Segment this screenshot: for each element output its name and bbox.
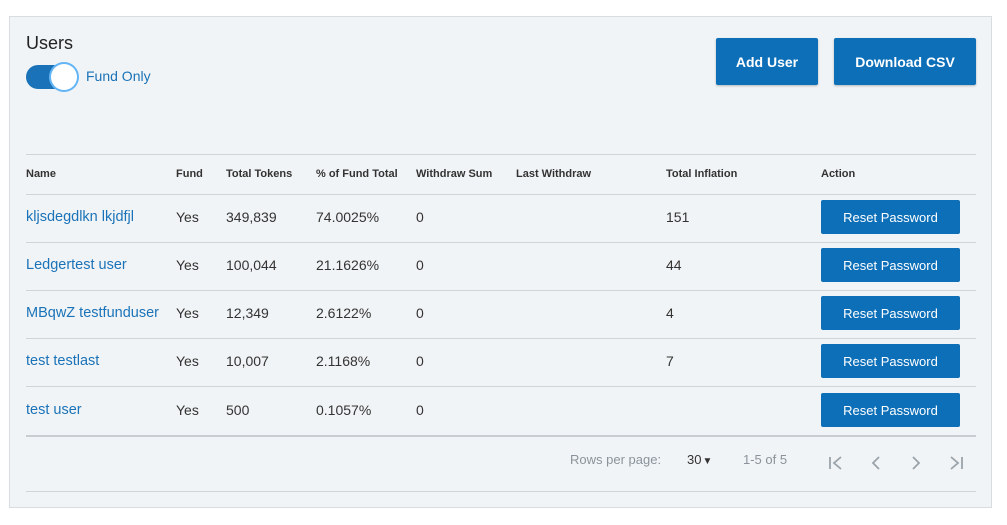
pagination-range: 1-5 of 5 xyxy=(743,452,788,467)
header-withdraw-sum[interactable]: Withdraw Sum xyxy=(416,168,492,180)
table-row: kljsdegdlkn lkjdfjl Yes 349,839 74.0025%… xyxy=(26,193,976,241)
reset-password-button[interactable]: Reset Password xyxy=(821,248,960,282)
rows-per-page-value: 30 xyxy=(687,452,702,467)
fund-cell: Yes xyxy=(176,209,199,225)
pct-fund-total-cell: 21.1626% xyxy=(316,257,380,273)
download-csv-button[interactable]: Download CSV xyxy=(834,38,976,85)
user-name-link[interactable]: MBqwZ testfunduser xyxy=(26,289,159,337)
table-row: MBqwZ testfunduser Yes 12,349 2.6122% 0 … xyxy=(26,289,976,337)
total-inflation-cell: 44 xyxy=(666,257,682,273)
header-total-tokens[interactable]: Total Tokens xyxy=(226,168,292,180)
reset-password-button[interactable]: Reset Password xyxy=(821,393,960,427)
toggle-knob xyxy=(51,64,77,90)
rows-per-page-label: Rows per page: xyxy=(570,452,662,467)
user-name-link[interactable]: test user xyxy=(26,386,82,434)
last-page-icon[interactable] xyxy=(947,455,965,471)
page-title: Users xyxy=(26,33,74,53)
pct-fund-total-cell: 2.6122% xyxy=(316,305,372,321)
table-top-divider xyxy=(26,154,976,155)
user-name-link[interactable]: test testlast xyxy=(26,337,99,385)
fund-only-toggle[interactable] xyxy=(26,64,78,90)
previous-page-icon[interactable] xyxy=(869,455,883,471)
reset-password-button[interactable]: Reset Password xyxy=(821,296,960,330)
fund-cell: Yes xyxy=(176,257,199,273)
total-tokens-cell: 12,349 xyxy=(226,305,269,321)
total-tokens-cell: 10,007 xyxy=(226,353,269,369)
rows-per-page-select[interactable]: 30▼ xyxy=(687,452,712,474)
pct-fund-total-cell: 2.1168% xyxy=(316,353,371,369)
withdraw-sum-cell: 0 xyxy=(416,305,424,321)
next-page-icon[interactable] xyxy=(909,455,923,471)
withdraw-sum-cell: 0 xyxy=(416,402,424,418)
total-tokens-cell: 349,839 xyxy=(226,209,277,225)
total-tokens-cell: 500 xyxy=(226,402,250,418)
header-pct-fund-total[interactable]: % of Fund Total xyxy=(316,168,398,180)
footer-divider xyxy=(26,491,976,492)
table-row: test testlast Yes 10,007 2.1168% 0 7 Res… xyxy=(26,337,976,385)
withdraw-sum-cell: 0 xyxy=(416,209,424,225)
total-inflation-cell: 7 xyxy=(666,353,674,369)
pct-fund-total-cell: 74.0025% xyxy=(316,209,380,225)
fund-cell: Yes xyxy=(176,305,199,321)
header-fund[interactable]: Fund xyxy=(176,168,203,180)
withdraw-sum-cell: 0 xyxy=(416,353,424,369)
user-name-link[interactable]: kljsdegdlkn lkjdfjl xyxy=(26,193,134,241)
reset-password-button[interactable]: Reset Password xyxy=(821,200,960,234)
reset-password-button[interactable]: Reset Password xyxy=(821,344,960,378)
fund-only-label: Fund Only xyxy=(86,68,151,84)
header-action: Action xyxy=(821,168,856,180)
fund-cell: Yes xyxy=(176,353,199,369)
table-row: Ledgertest user Yes 100,044 21.1626% 0 4… xyxy=(26,241,976,289)
header-total-inflation[interactable]: Total Inflation xyxy=(666,168,737,180)
header-name[interactable]: Name xyxy=(26,168,56,180)
header-last-withdraw[interactable]: Last Withdraw xyxy=(516,168,591,180)
withdraw-sum-cell: 0 xyxy=(416,257,424,273)
total-inflation-cell: 151 xyxy=(666,209,690,225)
table-bottom-divider xyxy=(26,435,976,437)
first-page-icon[interactable] xyxy=(827,455,845,471)
add-user-button[interactable]: Add User xyxy=(716,38,818,85)
table-row: test user Yes 500 0.1057% 0 Reset Passwo… xyxy=(26,386,976,434)
fund-cell: Yes xyxy=(176,402,199,418)
caret-down-icon: ▼ xyxy=(702,456,713,467)
total-inflation-cell: 4 xyxy=(666,305,674,321)
total-tokens-cell: 100,044 xyxy=(226,257,277,273)
pct-fund-total-cell: 0.1057% xyxy=(316,402,372,418)
user-name-link[interactable]: Ledgertest user xyxy=(26,241,127,289)
